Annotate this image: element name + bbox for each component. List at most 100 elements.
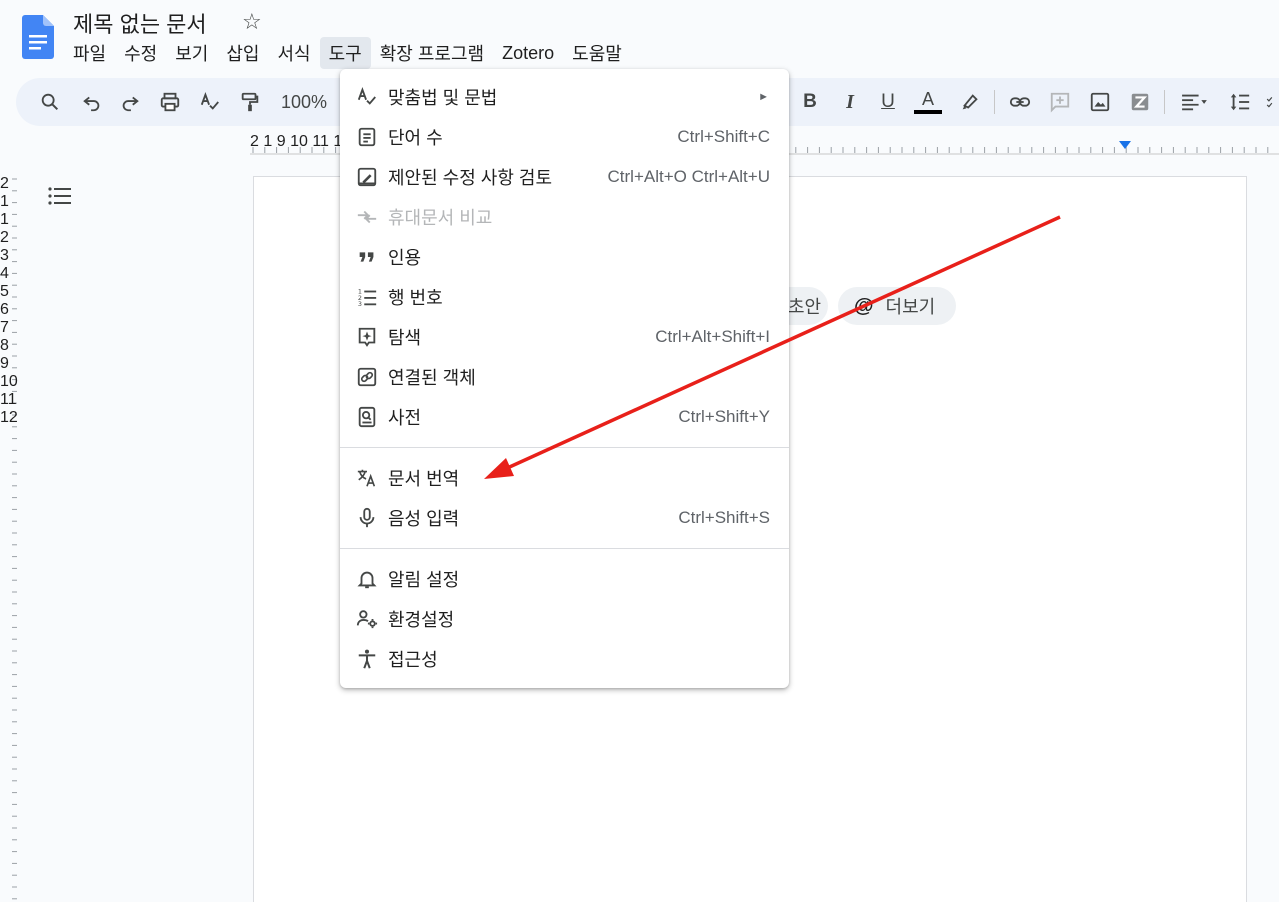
menu-item-label: 단어 수 (388, 128, 443, 148)
menu-format[interactable]: 서식 (269, 37, 320, 69)
vruler-number: 3 (0, 247, 9, 264)
menu-item-label: 문서 번역 (388, 469, 460, 489)
menu-item-label: 연결된 객체 (388, 368, 476, 388)
menu-view[interactable]: 보기 (166, 37, 217, 69)
bell-icon (356, 568, 378, 590)
ruler-number: 11 (312, 133, 329, 150)
menu-item-label: 맞춤법 및 문법 (388, 88, 498, 108)
line-spacing-icon[interactable] (1226, 78, 1254, 126)
menu-edit[interactable]: 수정 (115, 37, 166, 69)
menu-item-preferences[interactable]: 환경설정 (340, 599, 789, 639)
menu-item-citations[interactable]: 인용 (340, 237, 789, 277)
vruler-number: 7 (0, 319, 9, 336)
translate-icon (356, 467, 378, 489)
menu-item-notification-settings[interactable]: 알림 설정 (340, 559, 789, 599)
vruler-number: 2 (0, 175, 9, 192)
vruler-number: 1 (0, 193, 9, 210)
menu-separator (340, 548, 789, 549)
menu-item-label: 제안된 수정 사항 검토 (388, 168, 553, 188)
spellcheck-toolbar-icon[interactable] (196, 78, 224, 126)
menu-item-shortcut: Ctrl+Alt+Shift+I (655, 327, 770, 346)
menu-item-label: 인용 (388, 248, 422, 268)
clear-formatting-icon[interactable] (1126, 78, 1154, 126)
toolbar-separator (994, 90, 995, 114)
menu-item-label: 행 번호 (388, 288, 443, 308)
right-indent-marker[interactable] (1119, 141, 1131, 149)
menu-item-shortcut: Ctrl+Alt+O Ctrl+Alt+U (607, 167, 771, 186)
menu-item-spelling-grammar[interactable]: 맞춤법 및 문법 ► (340, 77, 789, 117)
ruler-number: 9 (276, 133, 286, 150)
document-outline-icon[interactable] (48, 186, 72, 206)
menu-item-word-count[interactable]: 단어 수 Ctrl+Shift+C (340, 117, 789, 157)
align-icon[interactable] (1174, 78, 1214, 126)
text-color-swatch (914, 110, 942, 114)
vertical-ruler-numbers: 2 1 1 2 3 4 5 6 7 8 9 10 11 12 (0, 175, 18, 902)
explore-icon (356, 326, 378, 348)
print-icon[interactable] (156, 78, 184, 126)
line-numbers-icon: 123 (356, 286, 378, 308)
ruler-number: 1 (263, 133, 273, 150)
checklist-icon[interactable] (1266, 78, 1279, 126)
paint-format-icon[interactable] (236, 78, 264, 126)
vruler-number: 12 (0, 409, 18, 426)
menu-item-translate-document[interactable]: 문서 번역 (340, 458, 789, 498)
menu-item-dictionary[interactable]: 사전 Ctrl+Shift+Y (340, 397, 789, 437)
menu-item-explore[interactable]: 탐색 Ctrl+Alt+Shift+I (340, 317, 789, 357)
vruler-number: 6 (0, 301, 9, 318)
menu-item-review-suggestions[interactable]: 제안된 수정 사항 검토 Ctrl+Alt+O Ctrl+Alt+U (340, 157, 789, 197)
menu-tools[interactable]: 도구 (319, 37, 371, 69)
menu-item-shortcut: Ctrl+Shift+Y (678, 407, 770, 426)
at-sign-icon: @ (854, 294, 874, 317)
menu-extensions[interactable]: 확장 프로그램 (371, 37, 493, 69)
menu-item-label: 탐색 (388, 328, 422, 348)
more-chip[interactable]: @ 더보기 (838, 287, 956, 325)
menu-item-compare-documents: 휴대문서 비교 (340, 197, 789, 237)
star-icon[interactable]: ☆ (242, 9, 262, 35)
menu-item-label: 접근성 (388, 650, 438, 670)
docs-logo-icon[interactable] (22, 15, 54, 59)
italic-button[interactable]: I (836, 78, 864, 126)
vruler-number: 8 (0, 337, 9, 354)
document-title[interactable]: 제목 없는 문서 (73, 7, 207, 39)
menu-file[interactable]: 파일 (64, 37, 115, 69)
menu-zotero[interactable]: Zotero (493, 40, 563, 67)
insert-link-icon[interactable] (1006, 78, 1034, 126)
menu-item-shortcut: Ctrl+Shift+C (677, 127, 770, 146)
ruler-number: 10 (290, 133, 308, 150)
menu-item-voice-typing[interactable]: 음성 입력 Ctrl+Shift+S (340, 498, 789, 538)
menu-bar: 파일 수정 보기 삽입 서식 도구 확장 프로그램 Zotero 도움말 (64, 37, 631, 69)
toolbar-separator (1164, 90, 1165, 114)
highlight-pen-icon[interactable] (956, 78, 984, 126)
vruler-number: 2 (0, 229, 9, 246)
compare-icon (356, 206, 378, 228)
ruler-number: 2 (250, 133, 259, 150)
tools-menu: 맞춤법 및 문법 ► 단어 수 Ctrl+Shift+C 제안된 수정 사항 검… (340, 69, 789, 688)
menu-item-label: 사전 (388, 408, 422, 428)
search-icon[interactable] (36, 78, 64, 126)
bold-button[interactable]: B (796, 78, 824, 126)
menu-item-label: 알림 설정 (388, 570, 460, 590)
menu-item-line-numbers[interactable]: 123 행 번호 (340, 277, 789, 317)
zoom-select[interactable]: 100% (278, 78, 330, 126)
text-color-button[interactable]: A (913, 78, 943, 126)
vruler-number: 11 (0, 391, 17, 408)
quote-icon (356, 246, 378, 268)
svg-text:3: 3 (358, 300, 362, 308)
undo-icon[interactable] (78, 78, 106, 126)
insert-image-icon[interactable] (1086, 78, 1114, 126)
draft-chip-label: 초안 (788, 297, 822, 317)
vruler-number: 1 (0, 211, 9, 228)
add-comment-icon[interactable] (1046, 78, 1074, 126)
menu-help[interactable]: 도움말 (563, 37, 631, 69)
menu-item-linked-objects[interactable]: 연결된 객체 (340, 357, 789, 397)
preferences-icon (356, 608, 378, 630)
underline-button[interactable]: U (874, 78, 902, 126)
vruler-number: 5 (0, 283, 9, 300)
menu-item-label: 휴대문서 비교 (388, 208, 493, 228)
redo-icon[interactable] (116, 78, 144, 126)
review-edits-icon (356, 166, 378, 188)
more-chip-label: 더보기 (885, 297, 936, 317)
menu-insert[interactable]: 삽입 (217, 37, 268, 69)
menu-item-accessibility[interactable]: 접근성 (340, 639, 789, 679)
vruler-number: 4 (0, 265, 9, 282)
